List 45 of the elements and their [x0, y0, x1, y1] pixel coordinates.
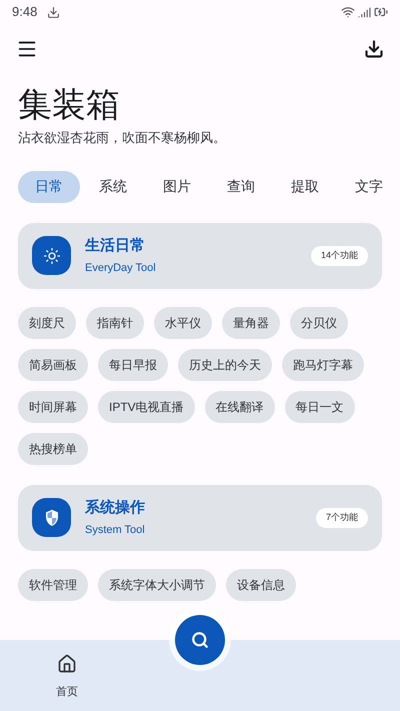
nav-item[interactable]: 首页 [32, 654, 102, 700]
tool-chip[interactable]: 软件管理 [18, 568, 88, 600]
section-subtitle: EveryDay Tool [85, 261, 157, 276]
section-title: 生活日常 [85, 236, 146, 256]
category-tab[interactable]: 图片 [146, 170, 208, 202]
category-tab[interactable]: 系统 [82, 170, 144, 202]
search-button[interactable] [175, 615, 225, 665]
signal-icon [358, 6, 371, 18]
status-time: 9:48 [12, 3, 38, 22]
section-title: 系统操作 [85, 498, 146, 518]
section-card[interactable]: 生活日常 EveryDay Tool 14个功能 [18, 222, 382, 288]
tool-chip[interactable]: 刻度尺 [18, 306, 76, 338]
section-card[interactable]: 系统操作 System Tool 7个功能 [18, 484, 382, 550]
tool-chip[interactable]: 简易画板 [18, 348, 88, 380]
download-icon [364, 39, 384, 59]
tool-chip[interactable]: 每日早报 [98, 348, 168, 380]
tool-chip[interactable]: 热搜榜单 [18, 432, 88, 464]
tool-chip[interactable]: 跑马灯字幕 [282, 348, 364, 380]
category-tab[interactable]: 日常 [18, 170, 80, 202]
tool-chip[interactable]: 时间屏幕 [18, 390, 88, 422]
search-icon [191, 631, 209, 649]
shield-icon [44, 508, 60, 526]
tool-chip[interactable]: 分贝仪 [290, 306, 348, 338]
section-subtitle: System Tool [85, 523, 146, 538]
subtitle: 沾衣欲湿杏花雨，吹面不寒杨柳风。 [18, 129, 227, 147]
download-icon [47, 6, 60, 18]
wifi-icon [341, 5, 355, 19]
tool-chip[interactable]: 系统字体大小调节 [98, 568, 216, 600]
tool-chip[interactable]: 每日一文 [284, 390, 355, 422]
tool-chip[interactable]: 指南针 [86, 306, 144, 338]
category-tab[interactable]: 文字 [338, 170, 400, 202]
feature-count: 7个功能 [316, 508, 368, 528]
category-tab[interactable]: 提取 [274, 170, 336, 202]
sun-icon [44, 248, 60, 264]
feature-count: 14个功能 [310, 246, 368, 266]
tool-chip[interactable]: 量角器 [222, 306, 280, 338]
category-tab[interactable]: 查询 [210, 170, 272, 202]
tool-chip[interactable]: IPTV电视直播 [98, 390, 195, 422]
tool-chip[interactable]: 历史上的今天 [178, 348, 272, 380]
app-title: 集装箱 [18, 85, 121, 126]
tool-chip[interactable]: 设备信息 [226, 568, 296, 600]
tool-chip[interactable]: 水平仪 [154, 306, 212, 338]
battery-icon [374, 5, 388, 19]
tool-chip[interactable]: 在线翻译 [204, 390, 275, 422]
home-icon [57, 654, 77, 674]
